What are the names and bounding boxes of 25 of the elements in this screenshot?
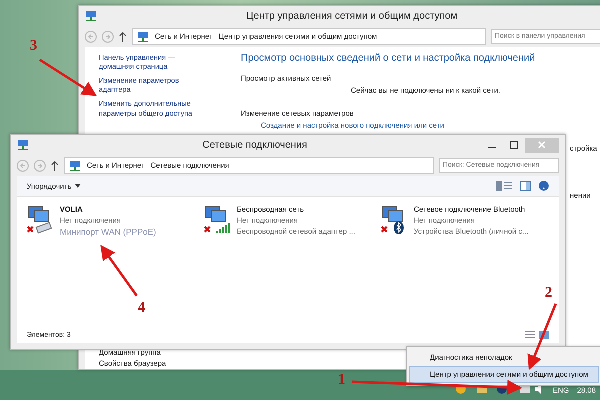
close-icon <box>538 141 546 149</box>
up-arrow-icon[interactable] <box>51 160 59 170</box>
caret-icon <box>74 184 81 188</box>
window-title: Центр управления сетями и общим доступом <box>245 10 459 22</box>
network-icon <box>85 10 97 22</box>
view-toggle-icon[interactable] <box>525 331 549 339</box>
maximize-icon <box>510 141 518 149</box>
annotation-number: 4 <box>138 300 146 317</box>
annotation-number: 1 <box>338 372 346 389</box>
network-icon <box>69 160 81 172</box>
annotation-arrow <box>100 244 138 297</box>
up-arrow-icon[interactable] <box>119 32 127 42</box>
annotation-arrow <box>528 304 558 370</box>
annotation-number: 2 <box>545 285 552 302</box>
network-icon <box>137 30 149 42</box>
adapter-name: Минипорт WAN (PPPoE) <box>60 227 156 237</box>
annotation-arrow <box>39 58 98 96</box>
window-title: Сетевые подключения <box>202 140 308 150</box>
page-heading: Просмотр основных сведений о сети и настройка подключений <box>241 53 536 64</box>
network-icon <box>17 139 29 151</box>
network-adapter-icon <box>202 205 232 235</box>
preview-pane-icon[interactable] <box>520 181 531 191</box>
network-adapter-icon <box>25 205 55 235</box>
annotation-number: 3 <box>30 38 38 55</box>
view-options-icon[interactable] <box>496 181 512 191</box>
